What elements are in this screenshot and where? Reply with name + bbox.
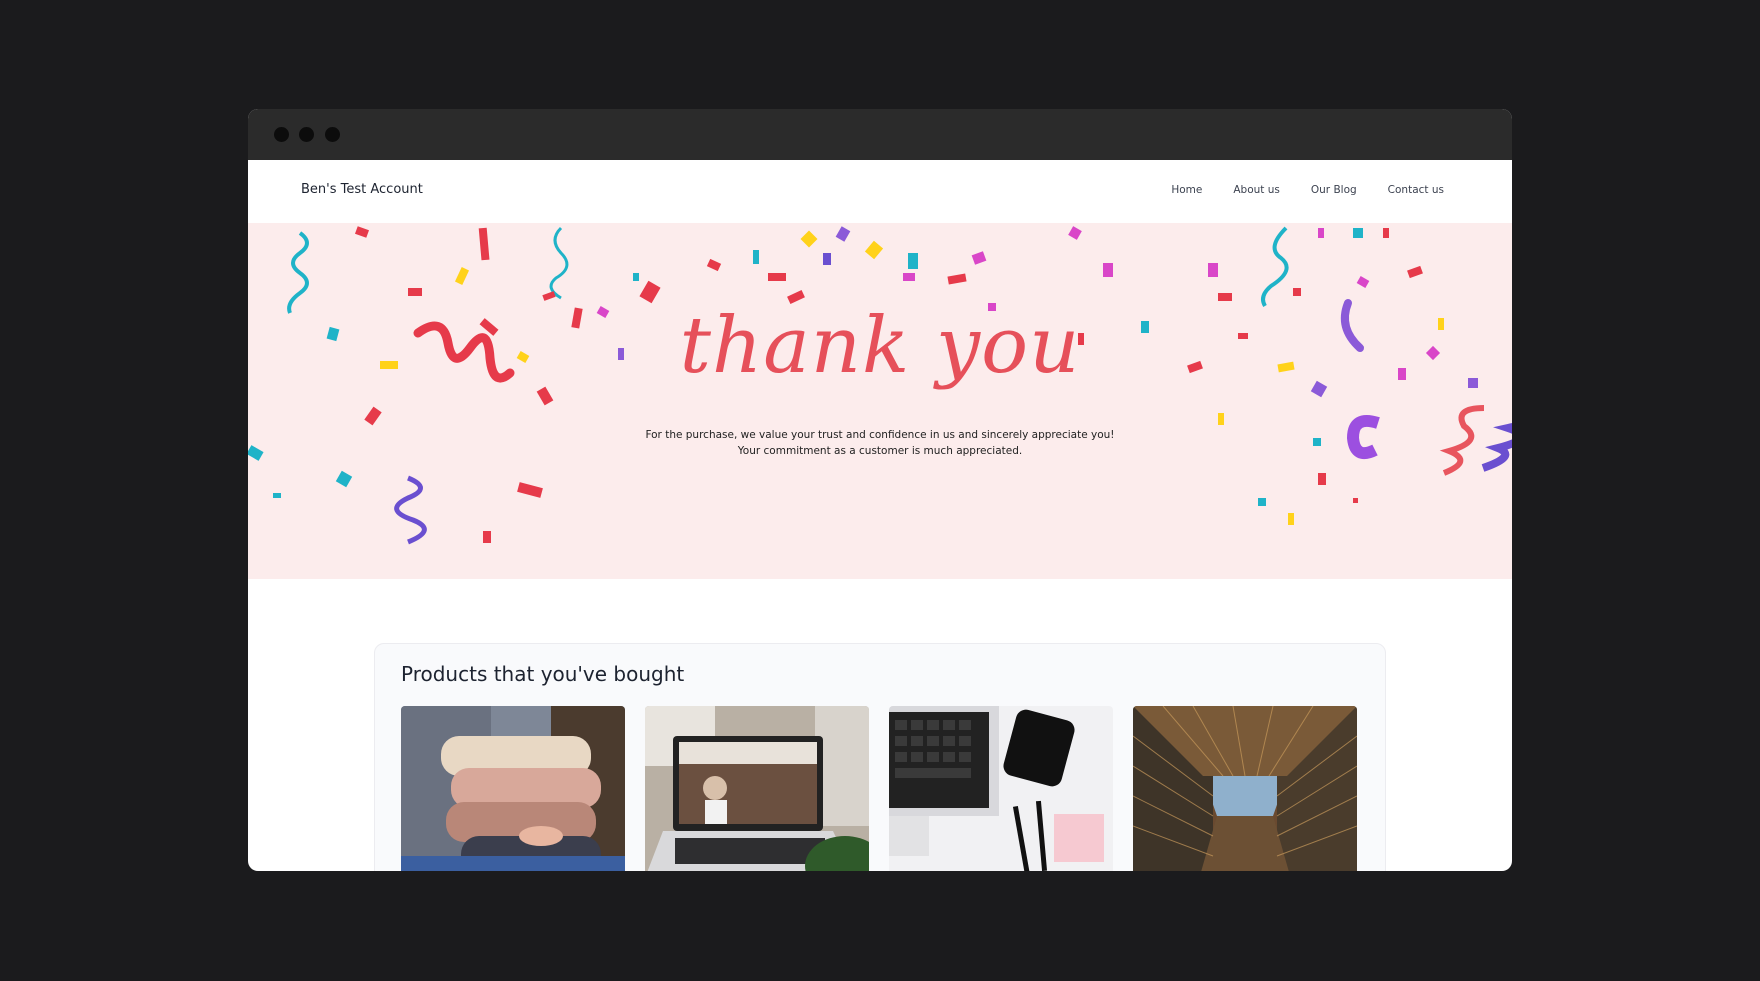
thank-you-banner: thank you For the purchase, we value you…	[248, 223, 1512, 579]
purchased-products-section: Products that you've bought	[374, 643, 1386, 871]
product-image-laptop	[645, 706, 869, 871]
thank-you-heading: thank you	[679, 301, 1081, 391]
window-titlebar	[248, 109, 1512, 160]
browser-window: Ben's Test Account Home About us Our Blo…	[248, 109, 1512, 871]
main-nav: Home About us Our Blog Contact us	[1171, 184, 1444, 196]
product-image-desk-setup	[889, 706, 1113, 871]
product-card-desk-setup[interactable]	[889, 706, 1113, 871]
maximize-window-button[interactable]	[325, 127, 340, 142]
confetti-illustration	[248, 226, 1512, 545]
close-window-button[interactable]	[274, 127, 289, 142]
product-image-skyscrapers	[1133, 706, 1357, 871]
thank-you-message: For the purchase, we value your trust an…	[645, 429, 1115, 457]
site-header: Ben's Test Account Home About us Our Blo…	[248, 160, 1512, 223]
nav-link-blog[interactable]: Our Blog	[1311, 184, 1357, 196]
nav-link-contact[interactable]: Contact us	[1388, 184, 1444, 196]
product-card-laptop[interactable]	[645, 706, 869, 871]
product-grid	[401, 706, 1357, 871]
product-image-sweaters	[401, 706, 625, 871]
products-heading: Products that you've bought	[401, 662, 685, 686]
product-card-sweaters[interactable]	[401, 706, 625, 871]
nav-link-home[interactable]: Home	[1171, 184, 1202, 196]
product-card-skyscrapers[interactable]	[1133, 706, 1357, 871]
minimize-window-button[interactable]	[299, 127, 314, 142]
nav-link-about[interactable]: About us	[1233, 184, 1280, 196]
site-brand[interactable]: Ben's Test Account	[301, 182, 423, 197]
